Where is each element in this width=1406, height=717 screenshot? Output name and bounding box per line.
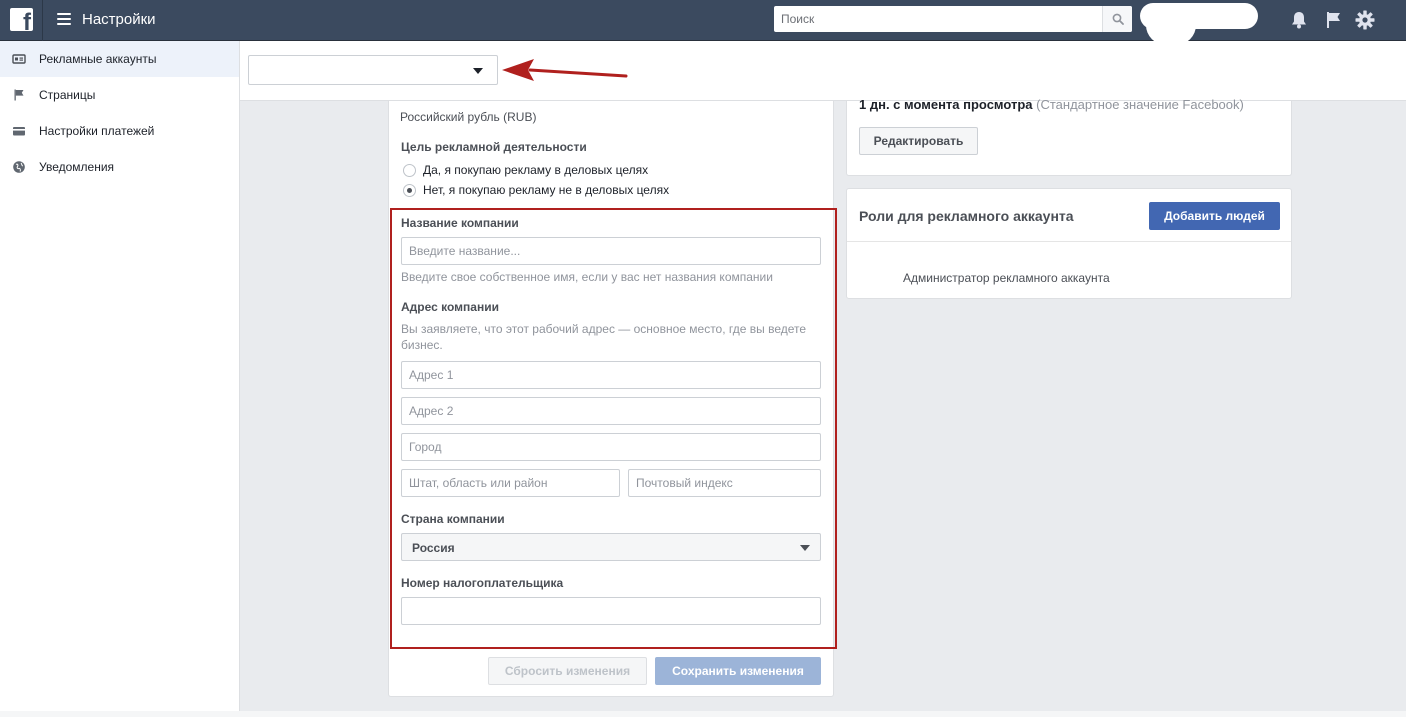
role-admin-text: Администратор рекламного аккаунта xyxy=(903,271,1110,285)
top-bar: f Настройки xyxy=(0,0,1406,45)
roles-card-title: Роли для рекламного аккаунта xyxy=(859,208,1074,224)
save-changes-button[interactable]: Сохранить изменения xyxy=(655,657,821,685)
page-bottom-strip xyxy=(0,711,1406,717)
account-header xyxy=(240,41,1406,101)
radio-button-checked[interactable] xyxy=(403,184,416,197)
tax-id-field xyxy=(401,597,821,625)
zip-field xyxy=(628,469,821,497)
search-box xyxy=(774,6,1132,32)
company-country-label: Страна компании xyxy=(401,512,505,526)
sidebar-item-label: Настройки платежей xyxy=(39,124,155,138)
app-title: Настройки xyxy=(82,11,156,28)
sidebar-item-label: Страницы xyxy=(39,88,96,102)
ad-account-roles-card: Роли для рекламного аккаунта Добавить лю… xyxy=(846,188,1292,299)
company-name-field xyxy=(401,237,821,265)
sidebar-item-notifications[interactable]: Уведомления xyxy=(0,149,239,185)
attribution-card: 1 дн. с момента просмотра (Стандартное з… xyxy=(846,97,1292,176)
search-button[interactable] xyxy=(1102,6,1132,32)
address2-field xyxy=(401,397,821,425)
state-input[interactable] xyxy=(402,470,619,496)
sidebar: Рекламные аккаунты Страницы Настройки пл… xyxy=(0,41,240,711)
edit-button[interactable]: Редактировать xyxy=(859,127,978,155)
notifications-bell-icon[interactable] xyxy=(1288,9,1310,31)
state-field xyxy=(401,469,620,497)
sidebar-item-label: Рекламные аккаунты xyxy=(39,52,157,66)
company-name-hint: Введите свое собственное имя, если у вас… xyxy=(401,270,773,284)
annotation-arrow-icon xyxy=(502,59,628,81)
attribution-line: 1 дн. с момента просмотра (Стандартное з… xyxy=(859,97,1244,112)
tax-id-input[interactable] xyxy=(402,598,820,624)
sidebar-item-label: Уведомления xyxy=(39,160,115,174)
credit-card-icon xyxy=(13,127,25,136)
city-input[interactable] xyxy=(402,434,820,460)
settings-gear-icon[interactable] xyxy=(1354,9,1376,31)
zip-input[interactable] xyxy=(629,470,820,496)
chevron-down-icon xyxy=(800,545,810,551)
country-select-value: Россия xyxy=(412,541,455,555)
attribution-window: 1 дн. с момента просмотра xyxy=(859,97,1033,112)
reset-changes-button[interactable]: Сбросить изменения xyxy=(488,657,647,685)
roles-card-header: Роли для рекламного аккаунта Добавить лю… xyxy=(847,189,1291,242)
currency-value: Российский рубль (RUB) xyxy=(400,110,537,124)
tax-id-label: Номер налогоплательщика xyxy=(401,576,564,590)
ad-account-icon xyxy=(12,54,26,64)
add-people-button[interactable]: Добавить людей xyxy=(1149,202,1280,230)
radio-label: Нет, я покупаю рекламу не в деловых целя… xyxy=(423,183,670,197)
attribution-note: (Стандартное значение Facebook) xyxy=(1036,97,1244,112)
search-icon xyxy=(1112,13,1124,25)
address2-input[interactable] xyxy=(402,398,820,424)
topbar-divider xyxy=(42,0,43,41)
ad-account-dropdown[interactable] xyxy=(248,55,498,85)
company-address-hint: Вы заявляете, что этот рабочий адрес — о… xyxy=(401,322,807,352)
search-input[interactable] xyxy=(774,6,1102,32)
chevron-down-icon xyxy=(473,68,483,74)
account-name-redacted xyxy=(255,58,465,82)
address1-field xyxy=(401,361,821,389)
address1-input[interactable] xyxy=(402,362,820,388)
company-name-label: Название компании xyxy=(401,216,519,230)
company-name-input[interactable] xyxy=(402,238,820,264)
purpose-label: Цель рекламной деятельности xyxy=(401,140,587,154)
flag-icon[interactable] xyxy=(1323,9,1345,31)
sidebar-item-payment-settings[interactable]: Настройки платежей xyxy=(0,113,239,149)
radio-button[interactable] xyxy=(403,164,416,177)
sidebar-item-ad-accounts[interactable]: Рекламные аккаунты xyxy=(0,41,239,77)
company-address-label: Адрес компании xyxy=(401,300,499,314)
sidebar-item-pages[interactable]: Страницы xyxy=(0,77,239,113)
radio-label: Да, я покупаю рекламу в деловых целях xyxy=(423,163,649,177)
city-field xyxy=(401,433,821,461)
facebook-logo-icon[interactable]: f xyxy=(10,8,33,31)
menu-icon[interactable] xyxy=(57,13,71,25)
flag-icon xyxy=(14,89,24,101)
globe-icon xyxy=(13,161,25,173)
country-select[interactable]: Россия xyxy=(401,533,821,561)
profile-redacted[interactable] xyxy=(1140,3,1258,45)
